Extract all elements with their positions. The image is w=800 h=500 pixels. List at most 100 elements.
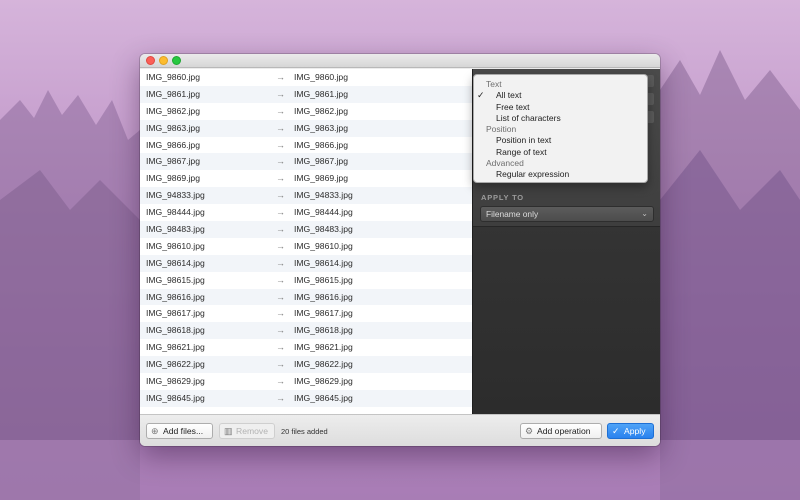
new-filename: IMG_98618.jpg — [294, 325, 353, 336]
file-row[interactable]: IMG_98621.jpg → IMG_98621.jpg — [140, 339, 472, 356]
arrow-right-icon: → — [276, 207, 285, 218]
menu-item[interactable]: Regular expression — [474, 169, 647, 180]
new-filename: IMG_9866.jpg — [294, 139, 348, 150]
titlebar — [140, 54, 660, 68]
arrow-right-icon: → — [276, 274, 285, 285]
menu-item[interactable]: ✓ All text — [474, 90, 647, 101]
original-filename: IMG_9869.jpg — [146, 173, 200, 184]
bottom-toolbar: ⊕ Add files... ▥ Remove 20 files added ⚙… — [140, 414, 660, 446]
arrow-right-icon: → — [276, 88, 285, 99]
zoom-window-button[interactable] — [172, 56, 181, 65]
arrow-right-icon: → — [276, 224, 285, 235]
arrow-right-icon: → — [276, 392, 285, 403]
file-list[interactable]: IMG_9860.jpg → IMG_9860.jpg IMG_9861.jpg → IM… — [140, 69, 472, 414]
new-filename: IMG_98621.jpg — [294, 342, 353, 353]
arrow-right-icon: → — [276, 156, 285, 167]
new-filename: IMG_98483.jpg — [294, 224, 353, 235]
original-filename: IMG_9863.jpg — [146, 122, 200, 133]
file-row[interactable]: IMG_98610.jpg → IMG_98610.jpg — [140, 238, 472, 255]
new-filename: IMG_98615.jpg — [294, 274, 353, 285]
original-filename: IMG_98629.jpg — [146, 376, 205, 387]
new-filename: IMG_9860.jpg — [294, 72, 348, 82]
file-row[interactable]: IMG_9861.jpg → IMG_9861.jpg — [140, 85, 472, 103]
original-filename: IMG_98483.jpg — [146, 224, 205, 235]
plus-circle-icon: ⊕ — [151, 426, 159, 436]
file-row[interactable]: IMG_94833.jpg → IMG_94833.jpg — [140, 187, 472, 205]
new-filename: IMG_98610.jpg — [294, 240, 353, 251]
new-filename: IMG_9869.jpg — [294, 173, 348, 184]
new-filename: IMG_9862.jpg — [294, 105, 348, 116]
file-row[interactable]: IMG_98444.jpg → IMG_98444.jpg — [140, 204, 472, 221]
remove-button[interactable]: ▥ Remove — [219, 423, 275, 439]
apply-to-select[interactable]: Filename only ⌄ — [480, 206, 654, 222]
add-files-button[interactable]: ⊕ Add files... — [146, 423, 213, 439]
menu-item[interactable]: Free text — [474, 102, 647, 113]
arrow-right-icon: → — [276, 291, 285, 302]
file-row[interactable]: IMG_98617.jpg → IMG_98617.jpg — [140, 305, 472, 322]
file-row[interactable]: IMG_98483.jpg → IMG_98483.jpg — [140, 221, 472, 238]
file-row[interactable]: IMG_9866.jpg → IMG_9866.jpg — [140, 137, 472, 154]
minimize-window-button[interactable] — [159, 56, 168, 65]
menu-item[interactable]: Position in text — [474, 135, 647, 146]
gear-icon: ⚙ — [525, 426, 534, 436]
menu-item[interactable]: Range of text — [474, 147, 647, 158]
original-filename: IMG_98645.jpg — [146, 392, 205, 403]
file-row[interactable]: IMG_98622.jpg → IMG_98622.jpg — [140, 356, 472, 374]
trash-icon: ▥ — [224, 426, 233, 436]
arrow-right-icon: → — [276, 257, 285, 268]
menu-item-label: Range of text — [496, 147, 547, 157]
arrow-right-icon: → — [276, 173, 285, 184]
file-row[interactable]: IMG_9869.jpg → IMG_9869.jpg — [140, 170, 472, 187]
file-row[interactable]: IMG_98614.jpg → IMG_98614.jpg — [140, 254, 472, 272]
arrow-right-icon: → — [276, 325, 285, 336]
menu-item-label: Free text — [496, 102, 530, 112]
file-row[interactable]: IMG_98645.jpg → IMG_98645.jpg — [140, 389, 472, 407]
original-filename: IMG_98444.jpg — [146, 207, 205, 218]
new-filename: IMG_98614.jpg — [294, 257, 353, 268]
apply-to-value: Filename only — [486, 209, 539, 219]
file-row[interactable]: IMG_9862.jpg → IMG_9862.jpg — [140, 103, 472, 120]
menu-item-label: All text — [496, 90, 522, 100]
menu-item[interactable]: List of characters — [474, 113, 647, 124]
new-filename: IMG_98622.jpg — [294, 359, 353, 370]
original-filename: IMG_98614.jpg — [146, 257, 205, 268]
file-row[interactable]: IMG_9867.jpg → IMG_9867.jpg — [140, 153, 472, 171]
file-row[interactable]: IMG_98629.jpg → IMG_98629.jpg — [140, 373, 472, 390]
original-filename: IMG_98615.jpg — [146, 274, 205, 285]
checkmark-icon: ✓ — [612, 426, 620, 436]
original-filename: IMG_9862.jpg — [146, 105, 200, 116]
chevron-updown-icon: ⌄ — [641, 209, 648, 218]
arrow-right-icon: → — [276, 359, 285, 370]
new-filename: IMG_9861.jpg — [294, 88, 348, 99]
new-filename: IMG_94833.jpg — [294, 190, 353, 201]
new-filename: IMG_9863.jpg — [294, 122, 348, 133]
new-filename: IMG_98616.jpg — [294, 291, 353, 302]
file-row[interactable]: IMG_9860.jpg → IMG_9860.jpg — [140, 69, 472, 86]
arrow-right-icon: → — [276, 190, 285, 201]
apply-button[interactable]: ✓ Apply — [607, 423, 654, 439]
new-filename: IMG_98617.jpg — [294, 308, 353, 319]
match-type-dropdown-menu[interactable]: Text ✓ All text Free text List of characters… — [473, 74, 648, 183]
new-filename: IMG_9867.jpg — [294, 156, 348, 167]
file-row[interactable]: IMG_9863.jpg → IMG_9863.jpg — [140, 119, 472, 137]
status-text: 20 files added — [281, 427, 328, 436]
original-filename: IMG_9867.jpg — [146, 156, 200, 167]
menu-item-label: Position — [486, 124, 517, 134]
original-filename: IMG_94833.jpg — [146, 190, 205, 201]
arrow-right-icon: → — [276, 308, 285, 319]
close-window-button[interactable] — [146, 56, 155, 65]
file-row[interactable]: IMG_98616.jpg → IMG_98616.jpg — [140, 288, 472, 306]
add-operation-button[interactable]: ⚙ Add operation — [520, 423, 602, 439]
menu-section-header: Advanced — [474, 158, 647, 169]
file-row[interactable]: IMG_98618.jpg → IMG_98618.jpg — [140, 322, 472, 340]
menu-section-header: Text — [474, 79, 647, 90]
original-filename: IMG_98621.jpg — [146, 342, 205, 353]
original-filename: IMG_98617.jpg — [146, 308, 205, 319]
arrow-right-icon: → — [276, 342, 285, 353]
original-filename: IMG_9866.jpg — [146, 139, 200, 150]
arrow-right-icon: → — [276, 122, 285, 133]
original-filename: IMG_98616.jpg — [146, 291, 205, 302]
file-row[interactable]: IMG_98615.jpg → IMG_98615.jpg — [140, 272, 472, 289]
new-filename: IMG_98629.jpg — [294, 376, 353, 387]
menu-item-label: List of characters — [496, 113, 561, 123]
